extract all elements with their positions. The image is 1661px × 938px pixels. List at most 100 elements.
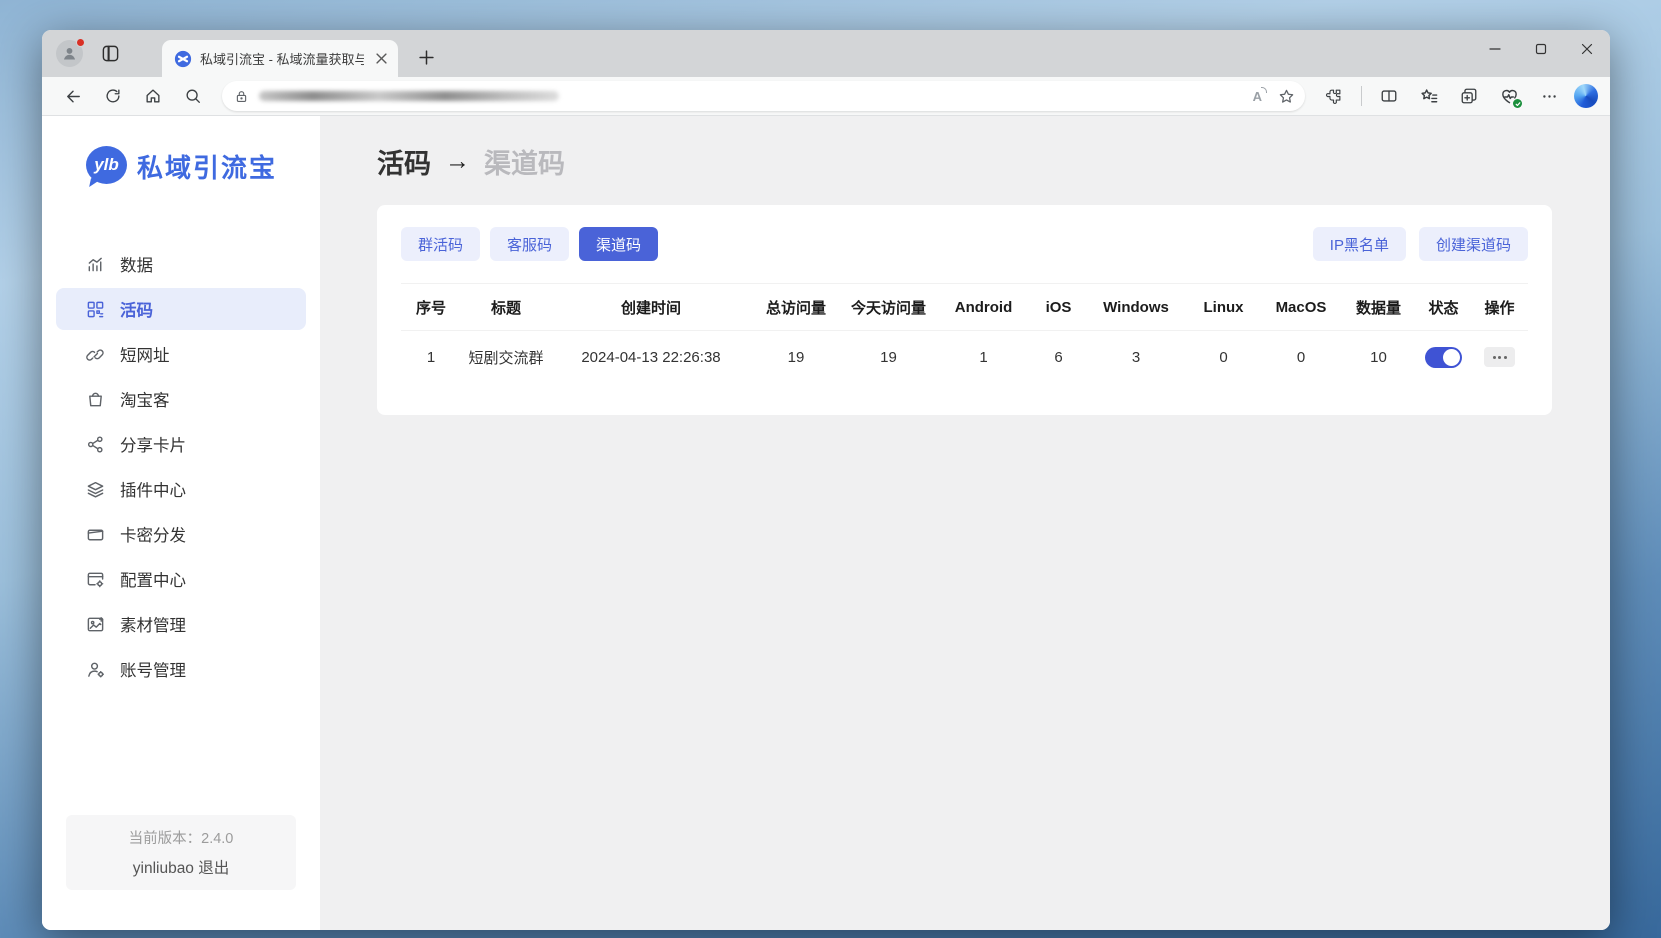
- url-text-redacted: [259, 91, 559, 101]
- sidebar-item-label: 账号管理: [120, 657, 186, 681]
- favorite-star-icon[interactable]: [1278, 88, 1295, 105]
- minimize-button[interactable]: [1472, 30, 1518, 68]
- back-button[interactable]: [58, 81, 88, 111]
- maximize-icon: [1535, 43, 1547, 55]
- status-toggle[interactable]: [1425, 347, 1462, 368]
- new-tab-button[interactable]: [414, 45, 438, 69]
- more-dot: [1498, 356, 1501, 359]
- sidebar-item-label: 短网址: [120, 342, 170, 366]
- create-channel-code-button[interactable]: 创建渠道码: [1419, 227, 1528, 261]
- cell-macos: 0: [1261, 349, 1341, 366]
- cell-windows: 3: [1086, 349, 1186, 366]
- col-title: 标题: [461, 297, 551, 318]
- col-macos: MacOS: [1261, 299, 1341, 316]
- sidebar-item-card-distribution[interactable]: 卡密分发: [56, 513, 306, 555]
- sidebar-item-account-management[interactable]: 账号管理: [56, 648, 306, 690]
- toggle-knob: [1443, 349, 1460, 366]
- col-ios: iOS: [1031, 299, 1086, 316]
- logo-name: 私域引流宝: [137, 148, 277, 185]
- user-gear-icon: [86, 660, 105, 679]
- sidebar-item-label: 淘宝客: [120, 387, 170, 411]
- tab-group-code[interactable]: 群活码: [401, 227, 480, 261]
- col-linux: Linux: [1186, 299, 1261, 316]
- cell-android: 1: [936, 349, 1031, 366]
- lock-icon: [234, 89, 249, 104]
- cell-data-count: 10: [1341, 349, 1416, 366]
- channel-code-table: 序号 标题 创建时间 总访问量 今天访问量 Android iOS Window…: [401, 283, 1528, 383]
- sidebar-item-share-card[interactable]: 分享卡片: [56, 423, 306, 465]
- browser-tab[interactable]: 私域引流宝 - 私域流量获取与维护: [162, 40, 398, 77]
- account-logout[interactable]: yinliubao 退出: [72, 856, 290, 878]
- sidebar-item-label: 配置中心: [120, 567, 186, 591]
- home-button[interactable]: [138, 81, 168, 111]
- tab-close-button[interactable]: [372, 50, 390, 68]
- minimize-icon: [1489, 43, 1501, 55]
- favorites-bar-button[interactable]: [1414, 81, 1444, 111]
- sidebar-item-config-center[interactable]: 配置中心: [56, 558, 306, 600]
- breadcrumb-parent[interactable]: 活码: [377, 142, 431, 181]
- sidebar-item-label: 活码: [120, 297, 153, 321]
- profile-avatar[interactable]: [56, 40, 83, 67]
- sidebar-footer: 当前版本：2.4.0 yinliubao 退出: [66, 815, 296, 890]
- sidebar-item-data[interactable]: 数据: [56, 243, 306, 285]
- wallet-icon: [86, 525, 105, 544]
- browser-titlebar: 私域引流宝 - 私域流量获取与维护: [42, 30, 1610, 77]
- col-total-visits: 总访问量: [751, 297, 841, 318]
- bar-chart-icon: [86, 255, 105, 274]
- row-more-actions-button[interactable]: [1484, 347, 1515, 367]
- app-logo: ylb 私域引流宝: [86, 146, 320, 186]
- split-screen-button[interactable]: [1374, 81, 1404, 111]
- breadcrumb-arrow-icon: →: [445, 147, 470, 176]
- sidebar-item-material-management[interactable]: 素材管理: [56, 603, 306, 645]
- close-icon: [1581, 43, 1593, 55]
- col-today-visits: 今天访问量: [841, 297, 936, 318]
- person-icon: [61, 45, 78, 62]
- sidebar: ylb 私域引流宝 数据: [42, 116, 320, 930]
- cell-total-visits: 19: [751, 349, 841, 366]
- extensions-button[interactable]: [1319, 81, 1349, 111]
- split-screen-icon: [1380, 87, 1398, 105]
- maximize-button[interactable]: [1518, 30, 1564, 68]
- address-bar[interactable]: A: [222, 81, 1305, 111]
- sidebar-item-taobao[interactable]: 淘宝客: [56, 378, 306, 420]
- tab-channel-code[interactable]: 渠道码: [579, 227, 658, 261]
- table-header-row: 序号 标题 创建时间 总访问量 今天访问量 Android iOS Window…: [401, 283, 1528, 331]
- image-icon: [86, 615, 105, 634]
- browser-essentials-button[interactable]: [1494, 81, 1524, 111]
- read-aloud-icon[interactable]: A: [1253, 89, 1262, 104]
- sidebar-item-label: 插件中心: [120, 477, 186, 501]
- tab-service-code[interactable]: 客服码: [490, 227, 569, 261]
- cell-created-at: 2024-04-13 22:26:38: [551, 349, 751, 366]
- settings-more-button[interactable]: [1534, 81, 1564, 111]
- sidebar-nav: 数据 活码 短网址: [42, 240, 320, 693]
- close-window-button[interactable]: [1564, 30, 1610, 68]
- breadcrumb-current: 渠道码: [484, 142, 565, 181]
- sidebar-item-label: 数据: [120, 252, 153, 276]
- search-button[interactable]: [178, 81, 208, 111]
- refresh-button[interactable]: [98, 81, 128, 111]
- collections-button[interactable]: [1454, 81, 1484, 111]
- essentials-check-badge: [1513, 99, 1522, 108]
- sidebar-item-short-url[interactable]: 短网址: [56, 333, 306, 375]
- extensions-puzzle-icon: [1325, 87, 1343, 105]
- cell-linux: 0: [1186, 349, 1261, 366]
- sidebar-item-live-code[interactable]: 活码: [56, 288, 306, 330]
- version-label: 当前版本：2.4.0: [72, 827, 290, 848]
- notification-dot: [76, 38, 85, 47]
- tab-actions-button[interactable]: [99, 43, 121, 65]
- col-index: 序号: [401, 297, 461, 318]
- tab-title: 私域引流宝 - 私域流量获取与维护: [200, 49, 364, 68]
- sidebar-item-plugin-center[interactable]: 插件中心: [56, 468, 306, 510]
- cell-index: 1: [401, 349, 461, 366]
- code-type-tabs: 群活码 客服码 渠道码: [401, 227, 658, 261]
- more-dots-icon: [1541, 88, 1558, 105]
- cell-title: 短剧交流群: [461, 347, 551, 368]
- browser-toolbar: A: [42, 77, 1610, 116]
- ip-blacklist-button[interactable]: IP黑名单: [1313, 227, 1406, 261]
- app-body: ylb 私域引流宝 数据: [42, 116, 1610, 930]
- shopping-bag-icon: [86, 390, 105, 409]
- copilot-icon[interactable]: [1574, 84, 1598, 108]
- more-dot: [1493, 356, 1496, 359]
- table-row: 1 短剧交流群 2024-04-13 22:26:38 19 19 1 6 3 …: [401, 331, 1528, 383]
- card-actions: IP黑名单 创建渠道码: [1313, 227, 1528, 261]
